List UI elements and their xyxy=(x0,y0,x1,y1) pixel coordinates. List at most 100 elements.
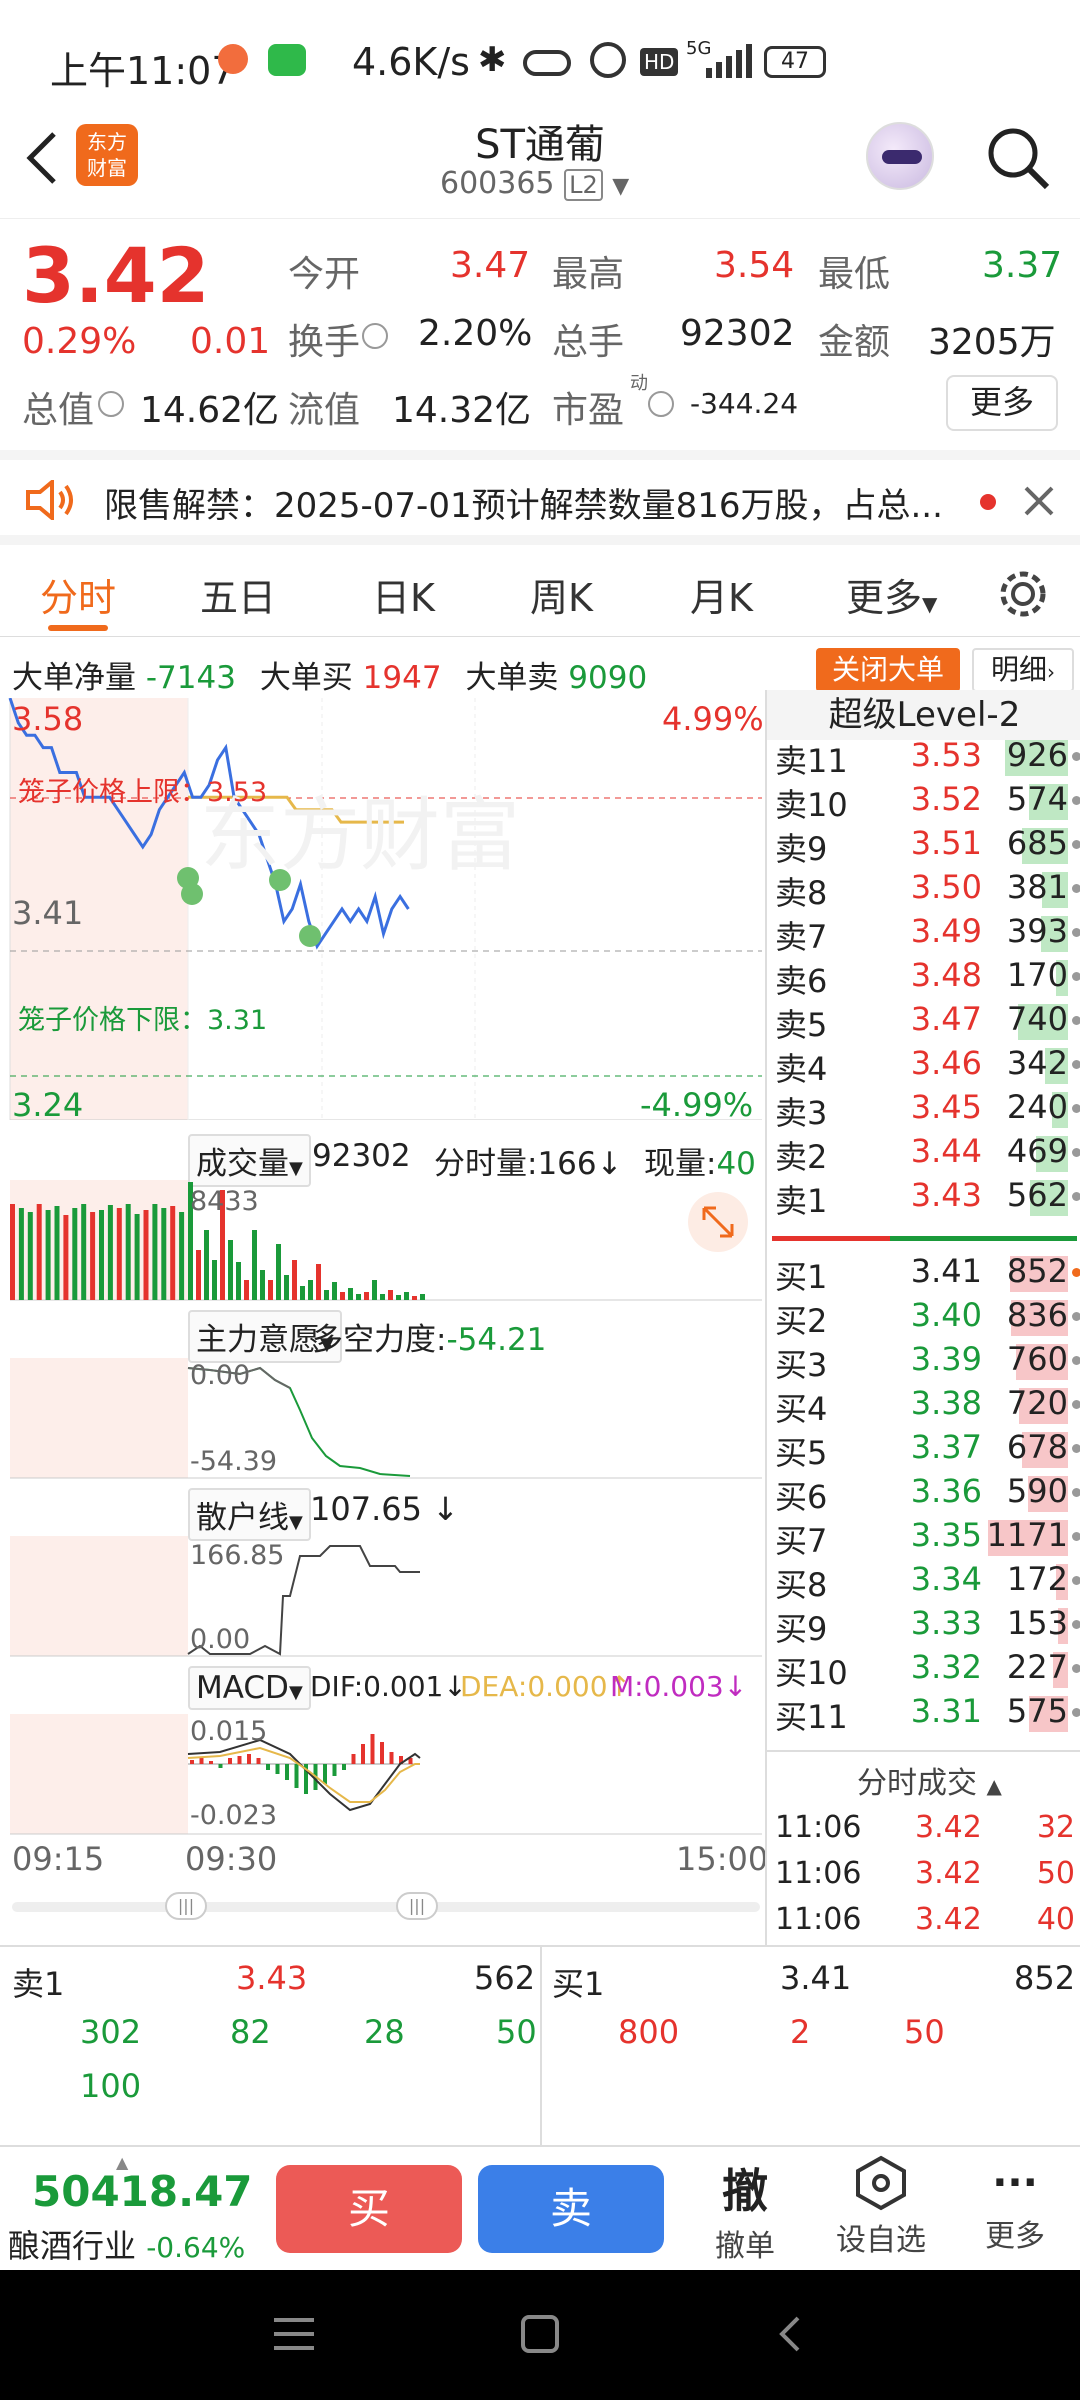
industry-index-value[interactable]: 50418.47 xyxy=(32,2167,253,2216)
volume-bar xyxy=(143,1210,149,1300)
add-watchlist-button[interactable]: 设自选 xyxy=(826,2155,936,2259)
tab-intraday[interactable]: 分时 xyxy=(40,567,116,622)
macd-dea-text: DEA:0.000 xyxy=(460,1670,608,1703)
volume-bar xyxy=(170,1206,176,1300)
cancel-order-button[interactable]: 撤 撤单 xyxy=(702,2155,788,2265)
high-value: 3.54 xyxy=(714,245,795,286)
volume-bar xyxy=(72,1208,78,1300)
queue-sell-order: 50 xyxy=(496,2013,537,2051)
volume-value: 92302 xyxy=(680,313,795,354)
ask-row[interactable]: 卖1 3.43 562 xyxy=(767,1176,1080,1220)
volume-chart[interactable] xyxy=(0,1180,765,1302)
level-volume: 393 xyxy=(1006,912,1068,950)
level-badge: L2 xyxy=(564,169,603,201)
retail-line-top: 166.85 xyxy=(190,1540,285,1571)
settings-gear-icon[interactable] xyxy=(996,567,1050,621)
ask-row[interactable]: 卖10 3.52 574 xyxy=(767,780,1080,824)
bid-row[interactable]: 买11 3.31 575 xyxy=(767,1692,1080,1736)
bid-row[interactable]: 买2 3.40 836 xyxy=(767,1296,1080,1340)
tab-five-day[interactable]: 五日 xyxy=(200,567,276,622)
macd-dif: DIF:0.001↓ xyxy=(310,1670,467,1703)
tab-weekly-k[interactable]: 周K xyxy=(530,567,593,622)
bid-row[interactable]: 买10 3.32 227 xyxy=(767,1648,1080,1692)
ask-row[interactable]: 卖7 3.49 393 xyxy=(767,912,1080,956)
big-order-net-label: 大单净量 xyxy=(12,660,136,696)
search-icon[interactable] xyxy=(984,124,1052,192)
bid-row[interactable]: 买1 3.41 852 xyxy=(767,1252,1080,1296)
pe-info-icon[interactable] xyxy=(648,391,674,417)
bid-row[interactable]: 买7 3.35 1171 xyxy=(767,1516,1080,1560)
tab-more-label: 更多 xyxy=(846,576,923,620)
main-intent-chart[interactable] xyxy=(0,1358,765,1480)
order-book: 超级Level-2 卖11 3.53 926 卖10 3.52 574 卖9 3… xyxy=(765,690,1080,1945)
sell-button[interactable]: 卖 xyxy=(478,2165,664,2253)
level-label: 卖5 xyxy=(775,1006,828,1044)
level-label: 卖6 xyxy=(775,962,828,1000)
ask-row[interactable]: 卖3 3.45 240 xyxy=(767,1088,1080,1132)
more-button[interactable]: 更多 xyxy=(946,375,1058,431)
industry-name[interactable]: 酿酒行业 -0.64% xyxy=(8,2221,245,2267)
tab-monthly-k[interactable]: 月K xyxy=(690,567,753,622)
level-dot xyxy=(1072,1532,1080,1541)
ask-row[interactable]: 卖4 3.46 342 xyxy=(767,1044,1080,1088)
level-label: 买9 xyxy=(775,1610,828,1648)
chart-scrollbar[interactable] xyxy=(12,1902,760,1912)
robot-assistant-icon[interactable] xyxy=(866,122,934,190)
notice-bar[interactable]: 限售解禁：2025-07-01预计解禁数量816万股，占总... xyxy=(0,450,1080,545)
macd-chart[interactable] xyxy=(0,1714,765,1836)
mktcap-info-icon[interactable] xyxy=(98,391,124,417)
bid-row[interactable]: 买6 3.36 590 xyxy=(767,1472,1080,1516)
menu-icon[interactable] xyxy=(272,2314,316,2354)
ask-row[interactable]: 卖2 3.44 469 xyxy=(767,1132,1080,1176)
info-icon[interactable] xyxy=(362,323,388,349)
level-dot xyxy=(1072,1576,1080,1585)
bid-row[interactable]: 买8 3.34 172 xyxy=(767,1560,1080,1604)
volume-bar xyxy=(116,1208,122,1300)
bid-row[interactable]: 买5 3.37 678 xyxy=(767,1428,1080,1472)
open-value: 3.47 xyxy=(450,245,531,286)
cage-lower-label: 笼子价格下限：3.31 xyxy=(18,1005,268,1036)
queue-buy-price: 3.41 xyxy=(780,1959,852,1997)
ask-row[interactable]: 卖8 3.50 381 xyxy=(767,868,1080,912)
tab-more[interactable]: 更多▼ xyxy=(846,567,937,622)
volume-bar xyxy=(196,1250,201,1300)
retail-line-chart[interactable] xyxy=(0,1536,765,1658)
tab-daily-k[interactable]: 日K xyxy=(372,567,435,622)
close-icon[interactable] xyxy=(1022,484,1056,518)
close-big-order-button[interactable]: 关闭大单 xyxy=(816,648,960,692)
scroll-handle-right[interactable]: ||| xyxy=(396,1892,438,1920)
ask-row[interactable]: 卖6 3.48 170 xyxy=(767,956,1080,1000)
detail-button[interactable]: 明细› xyxy=(972,648,1074,692)
macd-bar xyxy=(351,1754,356,1764)
tick-trades-title[interactable]: 分时成交 ▲ xyxy=(857,1758,1002,1802)
bid-row[interactable]: 买4 3.38 720 xyxy=(767,1384,1080,1428)
ask-row[interactable]: 卖5 3.47 740 xyxy=(767,1000,1080,1044)
buy-button[interactable]: 买 xyxy=(276,2165,462,2253)
back-nav-icon[interactable] xyxy=(774,2314,804,2354)
price-chart[interactable]: 东方财富 xyxy=(0,698,765,1120)
queue-sell-label: 卖1 xyxy=(12,1965,65,2003)
title-bar: 东方 财富 ST通葡 600365 L2 ▼ xyxy=(0,110,1080,218)
ask-row[interactable]: 卖11 3.53 926 xyxy=(767,736,1080,780)
retail-line-select[interactable]: 散户线▼ xyxy=(188,1488,311,1541)
stock-code[interactable]: 600365 L2 ▼ xyxy=(440,166,629,201)
logo-line1: 东方 xyxy=(87,130,127,154)
bid-row[interactable]: 买9 3.33 153 xyxy=(767,1604,1080,1648)
volume-bar xyxy=(372,1280,377,1300)
watchlist-label: 设自选 xyxy=(836,2223,926,2258)
home-icon[interactable] xyxy=(520,2314,560,2354)
bid-row[interactable]: 买3 3.39 760 xyxy=(767,1340,1080,1384)
volume-bar xyxy=(99,1210,104,1300)
app-logo[interactable]: 东方 财富 xyxy=(76,124,138,186)
trade-time: 11:06 xyxy=(775,1902,862,1937)
back-icon[interactable] xyxy=(22,128,62,188)
tick-trades: 分时成交 ▲ 11:06 3.42 32 11:06 3.42 50 11:06 3… xyxy=(767,1750,1080,1945)
scroll-handle-left[interactable]: ||| xyxy=(165,1892,207,1920)
macd-select[interactable]: MACD▼ xyxy=(188,1666,311,1710)
active-tab-indicator xyxy=(48,625,108,631)
chevron-right-icon: › xyxy=(1047,660,1055,684)
retail-line-label: 散户线 xyxy=(196,1500,289,1536)
ask-row[interactable]: 卖9 3.51 685 xyxy=(767,824,1080,868)
level-price: 3.52 xyxy=(910,780,982,818)
more-menu-button[interactable]: ··· 更多 xyxy=(970,2155,1060,2255)
